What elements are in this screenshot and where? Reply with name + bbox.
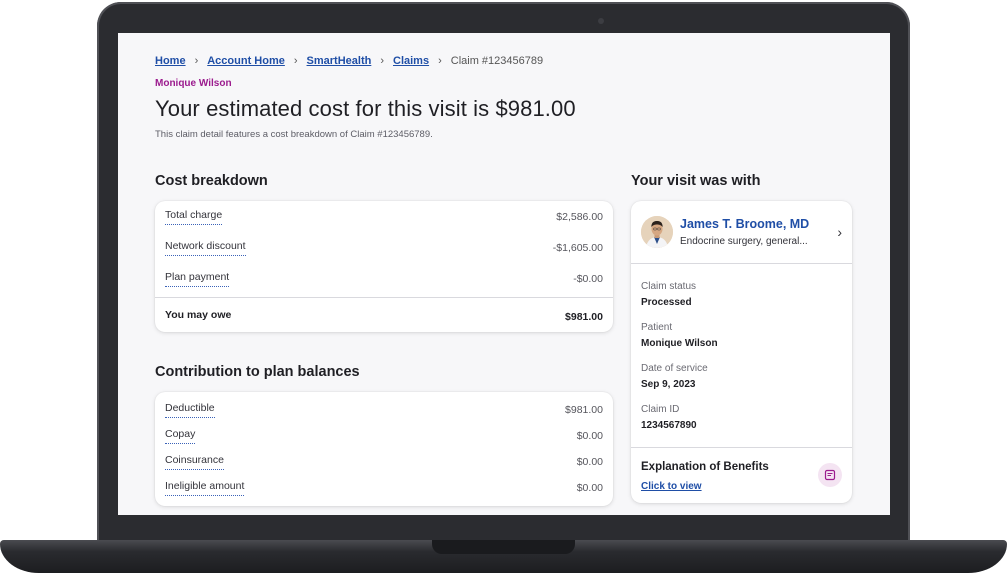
breadcrumb-claims-link[interactable]: Claims — [393, 55, 429, 67]
doctor-row[interactable]: James T. Broome, MD Endocrine surgery, g… — [631, 201, 852, 263]
divider — [631, 263, 852, 264]
screen: Home › Account Home › SmartHealth › Clai… — [118, 33, 890, 515]
claim-id-label: Claim ID — [641, 404, 680, 415]
claim-status-label: Claim status — [641, 281, 697, 292]
deductible-label[interactable]: Deductible — [165, 402, 215, 418]
cost-row: Total charge $2,586.00 — [165, 209, 603, 225]
date-of-service-label: Date of service — [641, 363, 708, 374]
cost-breakdown-card: Total charge $2,586.00 Network discount … — [155, 201, 613, 332]
balance-row: Deductible $981.00 — [165, 402, 603, 418]
page-subtitle: This claim detail features a cost breakd… — [155, 129, 433, 140]
page-title: Your estimated cost for this visit is $9… — [155, 96, 576, 121]
total-charge-value: $2,586.00 — [556, 211, 603, 223]
deductible-value: $981.00 — [565, 404, 603, 416]
claim-status-value: Processed — [641, 297, 692, 308]
document-icon[interactable] — [818, 463, 842, 487]
copay-value: $0.00 — [576, 430, 603, 442]
plan-payment-label[interactable]: Plan payment — [165, 271, 230, 287]
chevron-right-icon: › — [293, 55, 298, 67]
cost-total-row: You may owe $981.00 — [165, 309, 603, 324]
you-may-owe-label: You may owe — [165, 309, 232, 321]
network-discount-value: -$1,605.00 — [552, 242, 603, 254]
coinsurance-value: $0.00 — [576, 456, 603, 468]
date-of-service-value: Sep 9, 2023 — [641, 379, 696, 390]
chevron-right-icon: › — [380, 55, 384, 67]
cost-breakdown-title: Cost breakdown — [155, 173, 268, 189]
plan-payment-value: -$0.00 — [573, 273, 603, 285]
balance-row: Copay $0.00 — [165, 428, 603, 444]
coinsurance-label[interactable]: Coinsurance — [165, 454, 224, 470]
network-discount-label[interactable]: Network discount — [165, 240, 246, 256]
ineligible-amount-label[interactable]: Ineligible amount — [165, 480, 245, 496]
plan-balances-card: Deductible $981.00 Copay $0.00 Coinsuran… — [155, 392, 613, 506]
copay-label[interactable]: Copay — [165, 428, 196, 444]
visit-card: James T. Broome, MD Endocrine surgery, g… — [631, 201, 852, 503]
breadcrumb-home-link[interactable]: Home — [155, 55, 186, 67]
ineligible-amount-value: $0.00 — [576, 482, 603, 494]
cost-row: Plan payment -$0.00 — [165, 271, 603, 287]
total-charge-label[interactable]: Total charge — [165, 209, 223, 225]
plan-balances-title: Contribution to plan balances — [155, 364, 360, 380]
balance-row: Ineligible amount $0.00 — [165, 480, 603, 496]
member-name: Monique Wilson — [155, 78, 232, 89]
patient-value: Monique Wilson — [641, 338, 718, 349]
balance-row: Coinsurance $0.00 — [165, 454, 603, 470]
camera-dot — [598, 18, 604, 24]
doctor-specialty: Endocrine surgery, general... — [680, 236, 808, 247]
breadcrumb: Home › Account Home › SmartHealth › Clai… — [155, 55, 543, 67]
doctor-info: James T. Broome, MD Endocrine surgery, g… — [680, 217, 831, 247]
doctor-avatar — [641, 216, 673, 248]
patient-label: Patient — [641, 322, 673, 333]
chevron-right-icon: › — [438, 55, 442, 67]
you-may-owe-value: $981.00 — [565, 310, 603, 323]
chevron-right-icon[interactable]: › — [837, 224, 842, 240]
claim-id-value: 1234567890 — [641, 420, 697, 431]
eob-click-to-view-link[interactable]: Click to view — [641, 481, 702, 492]
chevron-right-icon: › — [194, 55, 199, 67]
divider — [155, 297, 613, 298]
breadcrumb-account-home-link[interactable]: Account Home — [207, 55, 285, 67]
eob-title: Explanation of Benefits — [641, 461, 769, 473]
breadcrumb-smarthealth-link[interactable]: SmartHealth — [307, 55, 372, 67]
cost-row: Network discount -$1,605.00 — [165, 240, 603, 256]
breadcrumb-current: Claim #123456789 — [450, 55, 544, 67]
laptop-notch — [432, 540, 575, 554]
visit-title: Your visit was with — [631, 173, 761, 189]
divider — [631, 447, 852, 448]
doctor-name[interactable]: James T. Broome, MD — [680, 217, 831, 231]
